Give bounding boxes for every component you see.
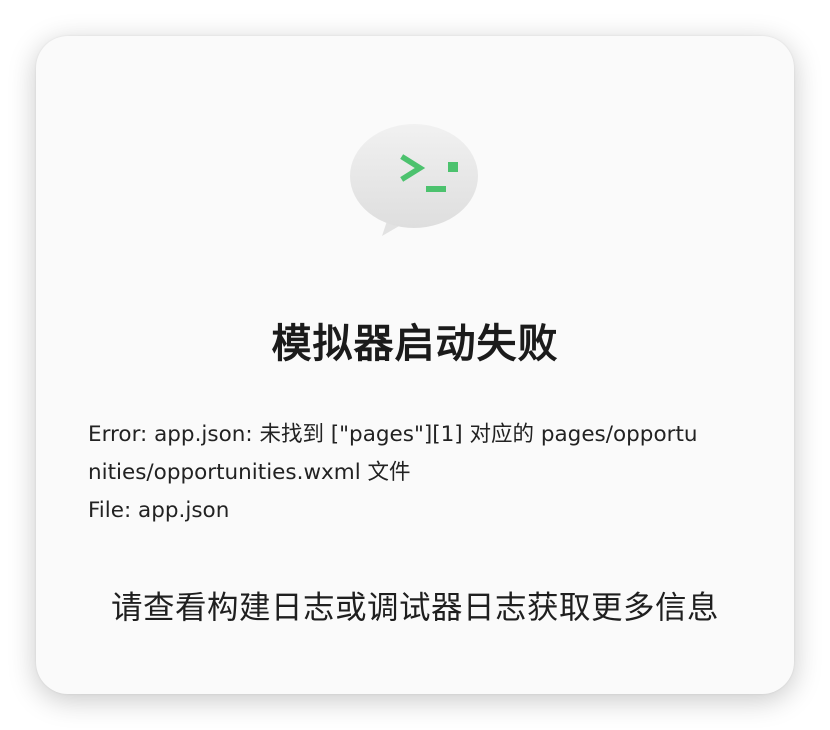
terminal-chat-bubble-icon (350, 124, 478, 236)
dialog-title: 模拟器启动失败 (271, 321, 559, 367)
error-message: Error: app.json: 未找到 ["pages"][1] 对应的 pa… (88, 416, 744, 530)
error-line: nities/opportunities.wxml 文件 (88, 460, 411, 485)
log-hint-text: 请查看构建日志或调试器日志获取更多信息 (110, 590, 719, 626)
error-line: Error: app.json: 未找到 ["pages"][1] 对应的 pa… (88, 422, 698, 447)
error-file-line: File: app.json (88, 498, 230, 523)
simulator-error-dialog: 模拟器启动失败 Error: app.json: 未找到 ["pages"][1… (36, 36, 794, 694)
